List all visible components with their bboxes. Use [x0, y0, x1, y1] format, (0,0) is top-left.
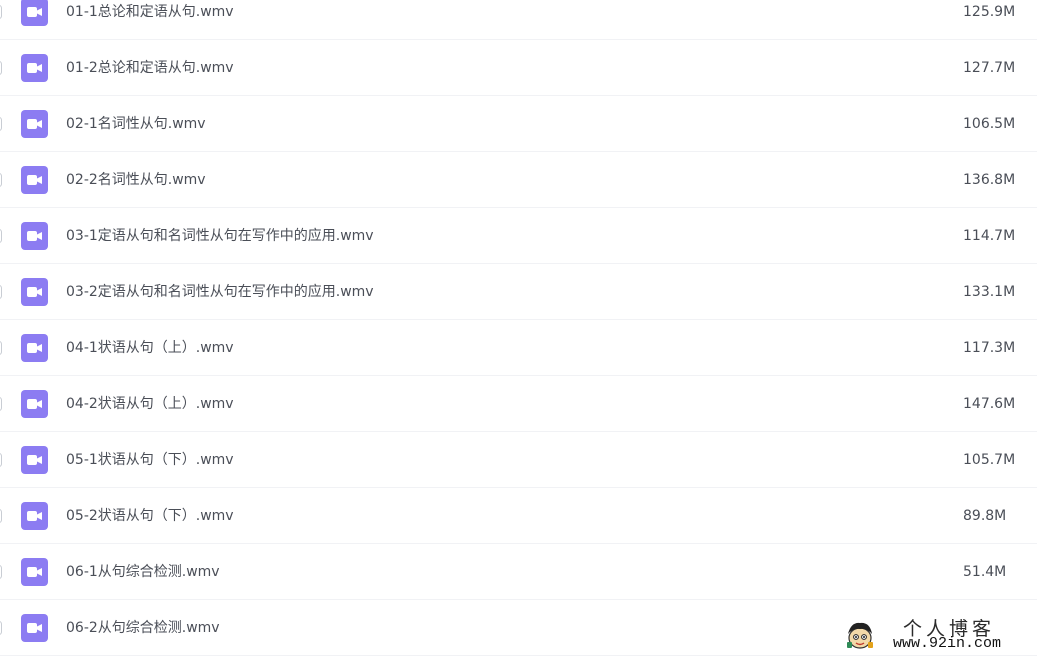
video-file-icon [21, 558, 48, 586]
row-checkbox[interactable] [0, 565, 2, 579]
file-row[interactable]: 04-1状语从句（上）.wmv 117.3M [0, 320, 1037, 376]
file-row[interactable]: 01-1总论和定语从句.wmv 125.9M [0, 0, 1037, 40]
file-name[interactable]: 01-1总论和定语从句.wmv [66, 2, 234, 22]
mascot-logo-icon [847, 622, 873, 649]
file-name[interactable]: 01-2总论和定语从句.wmv [66, 58, 234, 78]
video-file-icon [21, 222, 48, 250]
file-row[interactable]: 04-2状语从句（上）.wmv 147.6M [0, 376, 1037, 432]
file-list: 01-1总论和定语从句.wmv 125.9M 01-2总论和定语从句.wmv 1… [0, 0, 1037, 656]
file-size: 117.3M [963, 340, 1016, 356]
row-checkbox[interactable] [0, 621, 2, 635]
video-file-icon [21, 502, 48, 530]
file-name[interactable]: 03-2定语从句和名词性从句在写作中的应用.wmv [66, 282, 374, 302]
row-checkbox[interactable] [0, 173, 2, 187]
row-checkbox[interactable] [0, 117, 2, 131]
file-size: 106.5M [963, 116, 1016, 132]
video-file-icon [21, 110, 48, 138]
video-file-icon [21, 54, 48, 82]
file-row[interactable]: 03-2定语从句和名词性从句在写作中的应用.wmv 133.1M [0, 264, 1037, 320]
file-size: 114.7M [963, 228, 1016, 244]
file-row[interactable]: 01-2总论和定语从句.wmv 127.7M [0, 40, 1037, 96]
file-name[interactable]: 05-1状语从句（下）.wmv [66, 450, 234, 470]
row-checkbox[interactable] [0, 5, 2, 19]
video-file-icon [21, 390, 48, 418]
file-row[interactable]: 05-2状语从句（下）.wmv 89.8M [0, 488, 1037, 544]
file-row[interactable]: 02-2名词性从句.wmv 136.8M [0, 152, 1037, 208]
file-name[interactable]: 02-1名词性从句.wmv [66, 114, 206, 134]
file-size: 89.8M [963, 508, 1007, 524]
video-file-icon [21, 278, 48, 306]
file-name[interactable]: 04-1状语从句（上）.wmv [66, 338, 234, 358]
file-row[interactable]: 06-1从句综合检测.wmv 51.4M [0, 544, 1037, 600]
file-name[interactable]: 03-1定语从句和名词性从句在写作中的应用.wmv [66, 226, 374, 246]
file-size: 51.4M [963, 564, 1007, 580]
blog-watermark: 个人博客 www.92in.com [845, 614, 1030, 652]
file-size: 136.8M [963, 172, 1016, 188]
file-row[interactable]: 03-1定语从句和名词性从句在写作中的应用.wmv 114.7M [0, 208, 1037, 264]
watermark-url: www.92in.com [893, 635, 1002, 652]
video-file-icon [21, 614, 48, 642]
file-size: 133.1M [963, 284, 1016, 300]
file-name[interactable]: 06-1从句综合检测.wmv [66, 562, 220, 582]
row-checkbox[interactable] [0, 509, 2, 523]
row-checkbox[interactable] [0, 285, 2, 299]
video-file-icon [21, 446, 48, 474]
row-checkbox[interactable] [0, 453, 2, 467]
video-file-icon [21, 334, 48, 362]
file-size: 105.7M [963, 452, 1016, 468]
file-name[interactable]: 04-2状语从句（上）.wmv [66, 394, 234, 414]
file-row[interactable]: 02-1名词性从句.wmv 106.5M [0, 96, 1037, 152]
row-checkbox[interactable] [0, 341, 2, 355]
row-checkbox[interactable] [0, 61, 2, 75]
file-row[interactable]: 05-1状语从句（下）.wmv 105.7M [0, 432, 1037, 488]
file-name[interactable]: 06-2从句综合检测.wmv [66, 618, 220, 638]
video-file-icon [21, 166, 48, 194]
file-name[interactable]: 05-2状语从句（下）.wmv [66, 506, 234, 526]
file-name[interactable]: 02-2名词性从句.wmv [66, 170, 206, 190]
file-size: 147.6M [963, 396, 1016, 412]
row-checkbox[interactable] [0, 397, 2, 411]
row-checkbox[interactable] [0, 229, 2, 243]
file-size: 125.9M [963, 4, 1016, 20]
video-file-icon [21, 0, 48, 26]
file-size: 127.7M [963, 60, 1016, 76]
